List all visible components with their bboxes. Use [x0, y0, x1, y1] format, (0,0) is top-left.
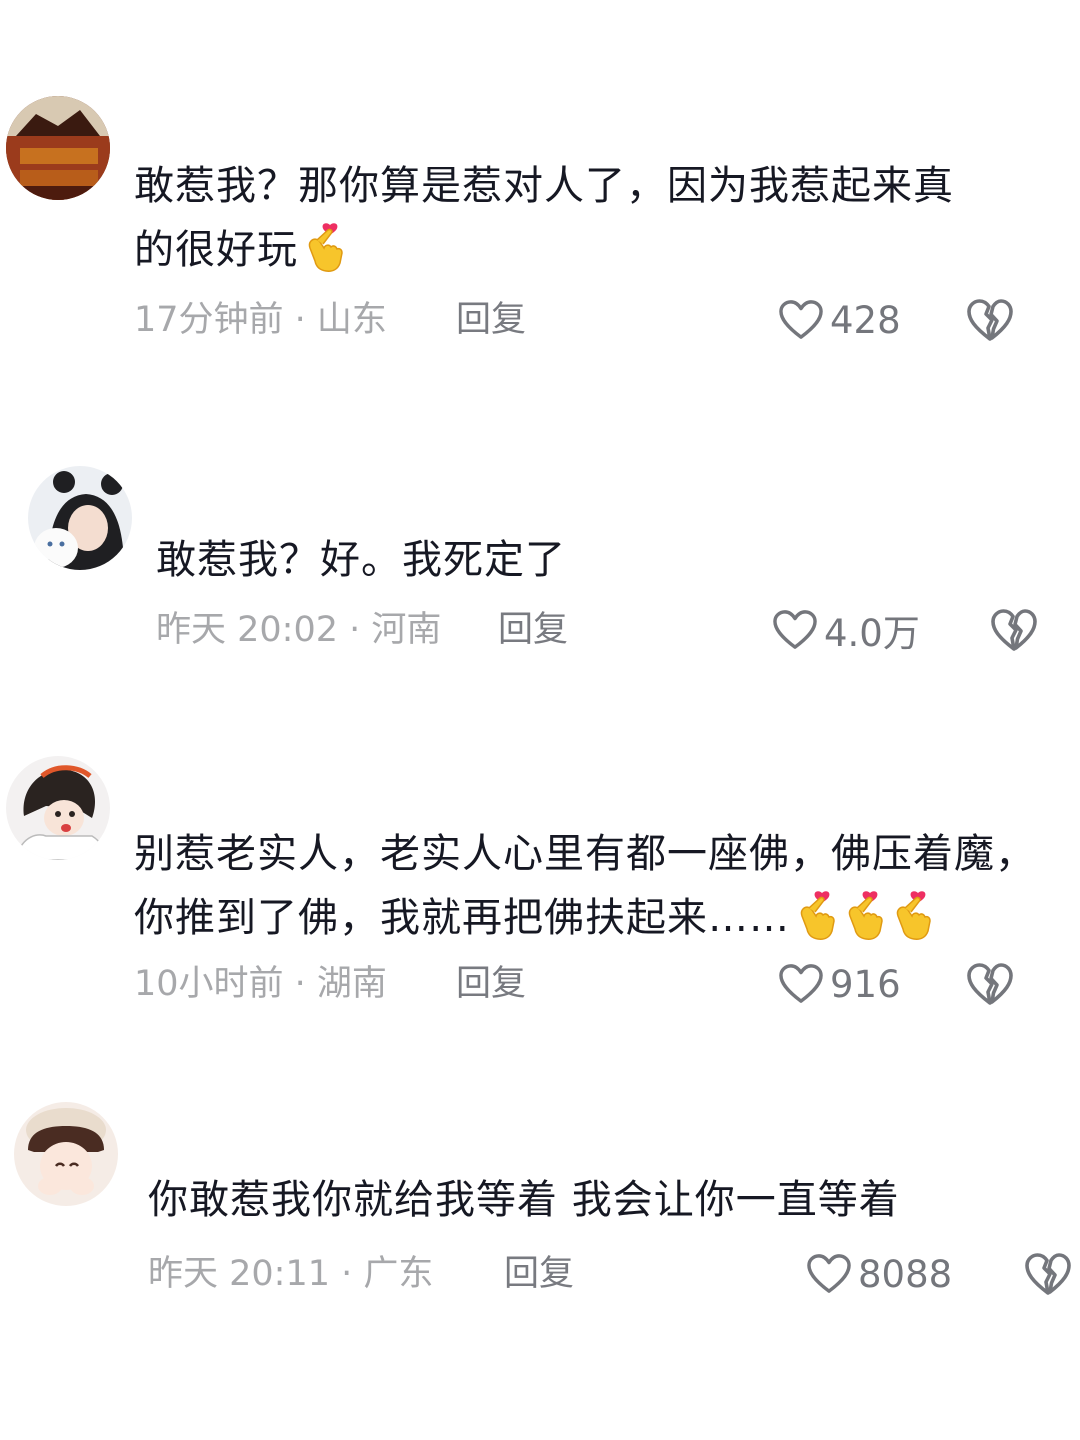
- heart-outline-icon: [806, 1253, 852, 1295]
- comment-text-line: 你敢惹我你就给我等着 我会让你一直等着: [148, 1177, 900, 1223]
- comment-text-line: 别惹老实人，老实人心里有都一座佛，佛压着魔，: [134, 831, 1036, 877]
- avatar-image: [6, 756, 110, 860]
- broken-heart-icon: [966, 298, 1014, 342]
- avatar[interactable]: [28, 466, 132, 570]
- like-count: 428: [830, 298, 901, 342]
- comment-meta: 10小时前 · 湖南: [134, 964, 387, 1004]
- dislike-button[interactable]: [990, 608, 1038, 652]
- reply-button[interactable]: 回复: [504, 1252, 574, 1296]
- finger-heart-emoji-icon: [794, 889, 838, 941]
- finger-heart-emoji-icon: [842, 889, 886, 941]
- like-button[interactable]: 4.0万: [772, 606, 920, 655]
- like-count: 8088: [858, 1252, 953, 1296]
- comment-text: 敢惹我？那你算是惹对人了，因为我惹起来真 的很好玩: [134, 154, 954, 282]
- like-count: 4.0万: [824, 612, 920, 655]
- heart-outline-icon: [772, 609, 818, 651]
- dislike-button[interactable]: [1024, 1252, 1072, 1296]
- broken-heart-icon: [1024, 1252, 1072, 1296]
- comment-meta: 17分钟前 · 山东: [134, 300, 387, 340]
- avatar-image: [6, 96, 110, 200]
- comment-text-line: 你推到了佛，我就再把佛扶起来……: [134, 886, 1036, 950]
- comment-meta: 昨天 20:11 · 广东: [148, 1254, 434, 1294]
- reply-button[interactable]: 回复: [456, 962, 526, 1006]
- reply-button[interactable]: 回复: [456, 298, 526, 342]
- like-button[interactable]: 428: [778, 296, 901, 344]
- heart-outline-icon: [778, 963, 824, 1005]
- avatar[interactable]: [6, 96, 110, 200]
- comment-text-line: 敢惹我？好。我死定了: [156, 537, 566, 583]
- avatar-image: [28, 466, 132, 570]
- avatar[interactable]: [6, 756, 110, 860]
- like-count: 916: [830, 962, 901, 1006]
- comment-text: 别惹老实人，老实人心里有都一座佛，佛压着魔， 你推到了佛，我就再把佛扶起来……: [134, 822, 1036, 950]
- avatar[interactable]: [14, 1102, 118, 1206]
- comment-text: 敢惹我？好。我死定了: [156, 528, 566, 592]
- finger-heart-emoji-icon: [890, 889, 934, 941]
- broken-heart-icon: [966, 962, 1014, 1006]
- finger-heart-emoji-icon: [302, 221, 346, 273]
- comment-text: 你敢惹我你就给我等着 我会让你一直等着: [148, 1168, 900, 1232]
- comment-text-line: 的很好玩: [134, 218, 954, 282]
- like-button[interactable]: 8088: [806, 1250, 952, 1298]
- heart-outline-icon: [778, 299, 824, 341]
- avatar-image: [14, 1102, 118, 1206]
- broken-heart-icon: [990, 608, 1038, 652]
- comment-text-line: 敢惹我？那你算是惹对人了，因为我惹起来真: [134, 163, 954, 209]
- dislike-button[interactable]: [966, 298, 1014, 342]
- like-button[interactable]: 916: [778, 960, 901, 1008]
- reply-button[interactable]: 回复: [498, 608, 568, 652]
- comment-meta: 昨天 20:02 · 河南: [156, 610, 442, 650]
- dislike-button[interactable]: [966, 962, 1014, 1006]
